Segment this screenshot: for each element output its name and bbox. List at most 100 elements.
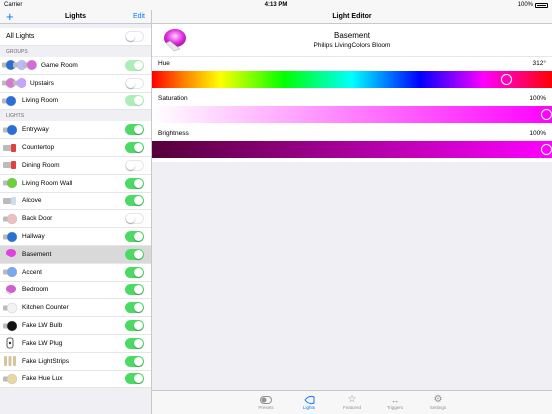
group-item-toggle[interactable] <box>125 59 144 71</box>
saturation-slider-track[interactable] <box>152 106 552 123</box>
light-header: Basement Philips LivingColors Bloom <box>152 24 552 57</box>
light-item-label: Fake LightStrips <box>22 357 69 365</box>
hue-slider-block: Hue 312° <box>152 57 552 92</box>
light-item-toggle[interactable] <box>125 266 144 278</box>
group-item-label: Game Room <box>41 61 78 69</box>
group-item-toggle[interactable] <box>125 95 144 107</box>
status-bar: Carrier 4:13 PM 100% <box>0 0 552 10</box>
light-item-toggle[interactable] <box>125 159 144 171</box>
light-item-row[interactable]: Living Room Wall <box>0 174 151 193</box>
group-item-row[interactable]: Upstairs <box>0 74 151 93</box>
light-item-label: Alcove <box>22 197 42 205</box>
tab-label: Settings <box>429 405 447 410</box>
spot-icon <box>2 194 18 208</box>
light-item-toggle[interactable] <box>125 302 144 314</box>
lights-section-header: LIGHTS <box>6 113 25 120</box>
light-item-row[interactable]: Countertop <box>0 139 151 157</box>
light-item-row[interactable]: Entryway <box>0 121 151 140</box>
light-item-label: Hallway <box>22 233 45 241</box>
arrows-icon: ↔ <box>390 394 400 405</box>
light-item-row[interactable]: Kitchen Counter <box>0 299 151 318</box>
light-item-row[interactable]: Accent <box>0 263 151 282</box>
tab-label: Featured <box>342 405 361 410</box>
light-editor: Light Editor Basement Philips LivingColo… <box>152 10 552 396</box>
hue-slider-track[interactable] <box>152 71 552 88</box>
brightness-slider-track[interactable] <box>152 141 552 158</box>
light-item-toggle[interactable] <box>125 284 144 296</box>
hue-label: Hue <box>158 60 170 67</box>
light-item-label: Fake LW Bulb <box>22 322 63 330</box>
light-item-label: Fake LW Plug <box>22 339 63 347</box>
light-item-label: Kitchen Counter <box>22 304 69 312</box>
saturation-slider-knob[interactable] <box>541 109 552 120</box>
light-item-toggle[interactable] <box>125 213 144 225</box>
sidebar-title: Lights <box>65 13 86 20</box>
bloom-icon <box>2 283 18 297</box>
spot-icon <box>2 141 18 155</box>
light-item-row[interactable]: Back Door <box>0 210 151 229</box>
strip-icon <box>2 354 18 368</box>
bulb-icon <box>2 265 18 279</box>
light-item-toggle[interactable] <box>125 177 144 189</box>
bulb-icon <box>2 230 18 244</box>
tab-label: Triggers <box>386 405 404 410</box>
light-item-toggle[interactable] <box>125 231 144 243</box>
group-item-row[interactable]: Living Room <box>0 92 151 111</box>
tab-settings[interactable]: ⚙ Settings <box>417 391 460 414</box>
light-item-row[interactable]: Hallway <box>0 228 151 246</box>
group-item-row[interactable]: Game Room <box>0 57 151 75</box>
saturation-slider-block: Saturation 100% <box>152 92 552 127</box>
add-light-button[interactable]: + <box>6 10 14 24</box>
tab-lights[interactable]: Lights <box>288 391 331 414</box>
edit-button[interactable]: Edit <box>133 10 145 24</box>
tab-label: Presets <box>258 405 274 410</box>
star-icon: ☆ <box>347 393 357 405</box>
light-item-row[interactable]: Dining Room <box>0 156 151 175</box>
hue-slider-knob[interactable] <box>500 74 512 85</box>
light-item-row[interactable]: Fake LW Plug <box>0 334 151 353</box>
lights-sidebar: + Lights Edit All Lights GROUPS Game Roo… <box>0 10 152 414</box>
light-item-label: Living Room Wall <box>22 179 73 187</box>
saturation-value: 100% <box>529 95 546 102</box>
light-item-row[interactable]: Fake LW Bulb <box>0 317 151 335</box>
slider-group: Hue 312° Saturation 100% Brightness 100% <box>152 57 552 162</box>
light-item-label: Basement <box>22 250 52 258</box>
all-lights-toggle[interactable] <box>125 31 144 42</box>
light-item-row[interactable]: Bedroom <box>0 281 151 300</box>
light-item-toggle[interactable] <box>125 320 144 332</box>
tab-triggers[interactable]: ↔ Triggers <box>374 391 417 414</box>
tab-presets[interactable]: Presets <box>245 391 288 414</box>
light-item-row[interactable]: Basement <box>0 245 151 264</box>
light-item-toggle[interactable] <box>125 124 144 136</box>
light-item-row[interactable]: Fake LightStrips <box>0 352 151 371</box>
tab-featured[interactable]: ☆ Featured <box>331 391 374 414</box>
bulb-icon <box>2 319 18 333</box>
light-item-toggle[interactable] <box>125 337 144 349</box>
plug-icon <box>2 336 18 350</box>
light-item-row[interactable]: Alcove <box>0 192 151 211</box>
light-item-toggle[interactable] <box>125 373 144 385</box>
bulb-icon <box>2 212 18 226</box>
light-item-toggle[interactable] <box>125 355 144 367</box>
light-item-row[interactable]: Fake Hue Lux <box>0 370 151 389</box>
light-item-toggle[interactable] <box>125 142 144 154</box>
light-item-toggle[interactable] <box>125 195 144 207</box>
light-item-label: Entryway <box>22 126 49 134</box>
editor-title: Light Editor <box>332 13 372 20</box>
bulb-icon <box>2 372 18 386</box>
brightness-slider-knob[interactable] <box>541 144 552 155</box>
light-item-toggle[interactable] <box>125 248 144 260</box>
bulb-icon <box>2 176 18 190</box>
light-item-label: Dining Room <box>22 161 60 169</box>
light-item-label: Bedroom <box>22 286 49 294</box>
group-item-toggle[interactable] <box>125 77 144 89</box>
battery-icon <box>535 2 548 8</box>
all-lights-row[interactable]: All Lights <box>0 28 151 46</box>
gear-icon: ⚙ <box>433 393 443 405</box>
multi-bulb-icon <box>2 59 38 71</box>
groups-section-header: GROUPS <box>6 49 28 55</box>
bloom-icon <box>288 394 331 405</box>
toggle-icon <box>245 394 288 405</box>
clock: 4:13 PM <box>264 2 288 8</box>
battery-indicator: 100% <box>518 2 548 8</box>
